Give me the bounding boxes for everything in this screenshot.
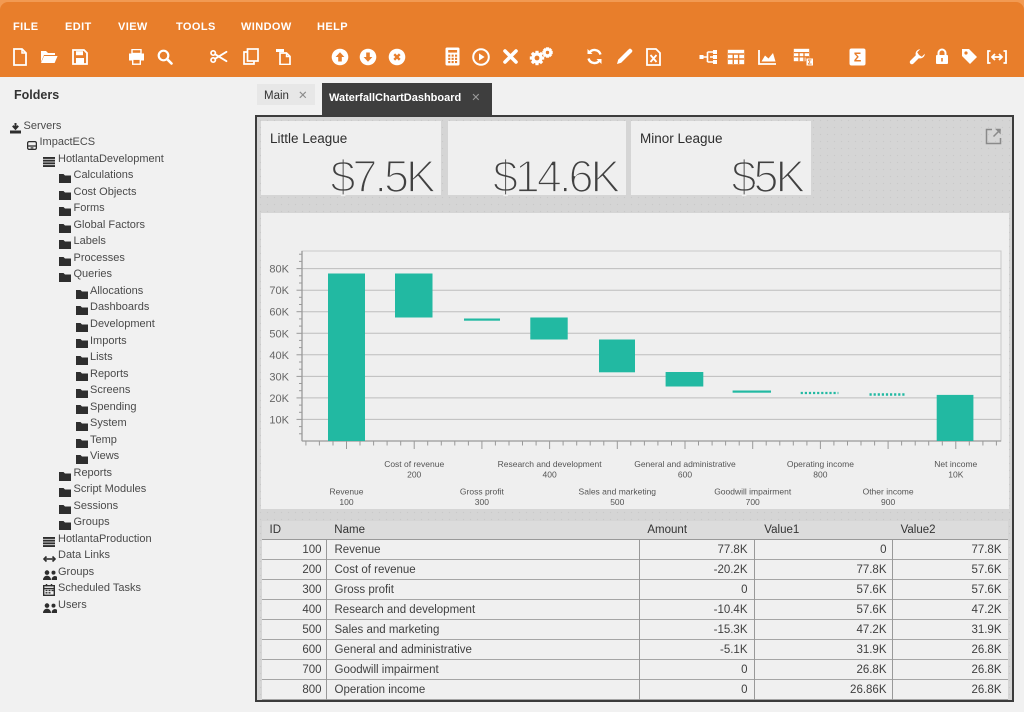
svg-text:Research and development: Research and development: [498, 459, 603, 469]
svg-text:Cost of revenue: Cost of revenue: [384, 459, 444, 469]
svg-text:Revenue: Revenue: [329, 487, 363, 497]
svg-text:Σ: Σ: [853, 50, 861, 64]
svg-text:40K: 40K: [269, 350, 289, 362]
svg-text:Other income: Other income: [863, 487, 914, 497]
svg-text:70K: 70K: [269, 285, 289, 297]
svg-text:500: 500: [610, 497, 624, 507]
svg-text:100: 100: [339, 497, 353, 507]
svg-text:Gross profit: Gross profit: [460, 487, 505, 497]
svg-text:80K: 80K: [269, 264, 289, 276]
svg-text:Operating income: Operating income: [787, 459, 854, 469]
svg-text:800: 800: [813, 470, 827, 480]
svg-text:10K: 10K: [269, 414, 289, 426]
svg-text:700: 700: [746, 497, 760, 507]
svg-text:200: 200: [407, 470, 421, 480]
svg-text:600: 600: [678, 470, 692, 480]
svg-text:50K: 50K: [269, 328, 289, 340]
svg-text:Goodwill impairment: Goodwill impairment: [714, 487, 792, 497]
svg-text:400: 400: [543, 470, 557, 480]
svg-text:300: 300: [475, 497, 489, 507]
svg-text:Σ: Σ: [807, 59, 811, 66]
svg-text:20K: 20K: [269, 393, 289, 405]
svg-text:Sales and marketing: Sales and marketing: [579, 487, 657, 497]
svg-text:30K: 30K: [269, 371, 289, 383]
svg-text:60K: 60K: [269, 307, 289, 319]
svg-text:General and administrative: General and administrative: [634, 459, 736, 469]
svg-text:900: 900: [881, 497, 895, 507]
svg-text:Net income: Net income: [934, 459, 977, 469]
svg-text:10K: 10K: [948, 470, 963, 480]
